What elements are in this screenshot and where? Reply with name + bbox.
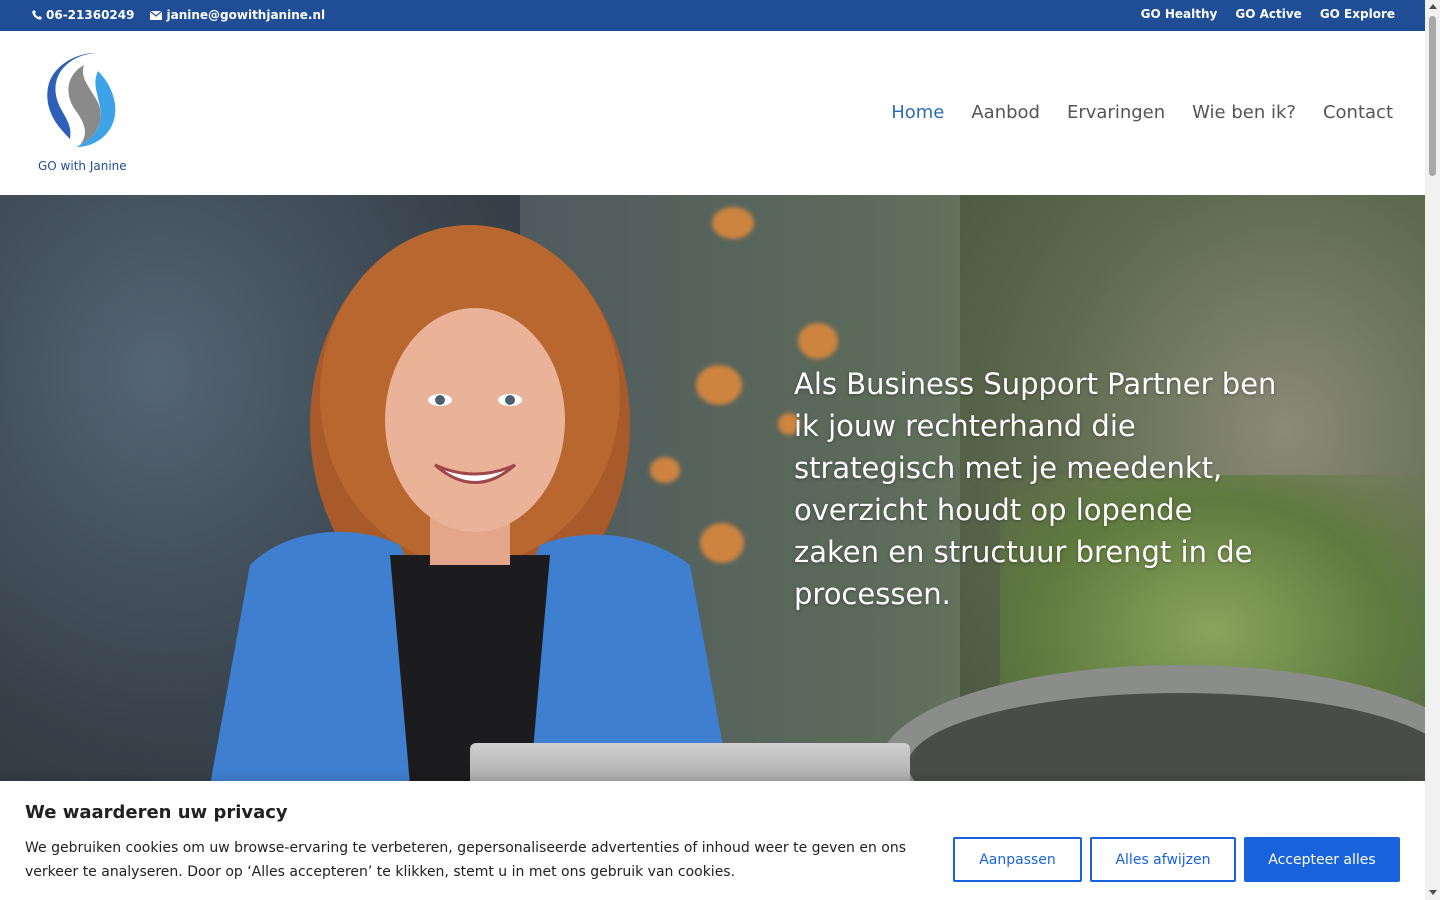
scrollbar-thumb[interactable]	[1429, 16, 1436, 176]
phone-link[interactable]: 06-21360249	[32, 8, 134, 22]
bokeh-light	[798, 323, 838, 359]
link-go-active[interactable]: GO Active	[1235, 7, 1301, 21]
site-logo[interactable]: GO with Janine	[36, 49, 128, 179]
cookie-body: We gebruiken cookies om uw browse-ervari…	[25, 840, 907, 880]
site-header: GO with Janine Home Aanbod Ervaringen Wi…	[0, 31, 1425, 195]
mail-icon	[150, 10, 163, 20]
hero-laptop	[470, 743, 910, 785]
nav-ervaringen[interactable]: Ervaringen	[1067, 102, 1165, 123]
logo-swirl-icon	[47, 53, 116, 147]
nav-wie-ben-ik[interactable]: Wie ben ik?	[1192, 102, 1296, 123]
nav-home[interactable]: Home	[891, 102, 944, 123]
cookie-reject-button[interactable]: Alles afwijzen	[1090, 837, 1236, 882]
cookie-customize-button[interactable]: Aanpassen	[953, 837, 1082, 882]
top-bar-contact: 06-21360249 janine@gowithjanine.nl	[32, 8, 325, 22]
scroll-up-icon[interactable]	[1429, 4, 1437, 9]
logo-text: GO with Janine	[38, 159, 127, 173]
cookie-accept-button[interactable]: Accepteer alles	[1244, 837, 1400, 882]
cookie-banner: We waarderen uw privacy We gebruiken coo…	[0, 781, 1425, 900]
phone-icon	[32, 10, 42, 20]
phone-number: 06-21360249	[46, 8, 135, 22]
page-scrollbar[interactable]	[1425, 0, 1440, 900]
nav-contact[interactable]: Contact	[1323, 102, 1393, 123]
cookie-title: We waarderen uw privacy	[25, 802, 288, 823]
top-bar: 06-21360249 janine@gowithjanine.nl GO He…	[0, 0, 1425, 31]
hero-section: Als Business Support Partner ben ik jouw…	[0, 195, 1425, 785]
email-link[interactable]: janine@gowithjanine.nl	[150, 8, 325, 22]
hero-portrait-image	[210, 225, 730, 785]
main-nav: Home Aanbod Ervaringen Wie ben ik? Conta…	[891, 102, 1393, 123]
link-go-healthy[interactable]: GO Healthy	[1141, 7, 1218, 21]
top-bar-links: GO Healthy GO Active GO Explore	[1141, 7, 1395, 21]
email-address: janine@gowithjanine.nl	[166, 8, 326, 22]
nav-aanbod[interactable]: Aanbod	[971, 102, 1040, 123]
scroll-down-icon[interactable]	[1429, 890, 1437, 895]
hero-tagline: Als Business Support Partner ben ik jouw…	[794, 367, 1277, 611]
link-go-explore[interactable]: GO Explore	[1320, 7, 1395, 21]
